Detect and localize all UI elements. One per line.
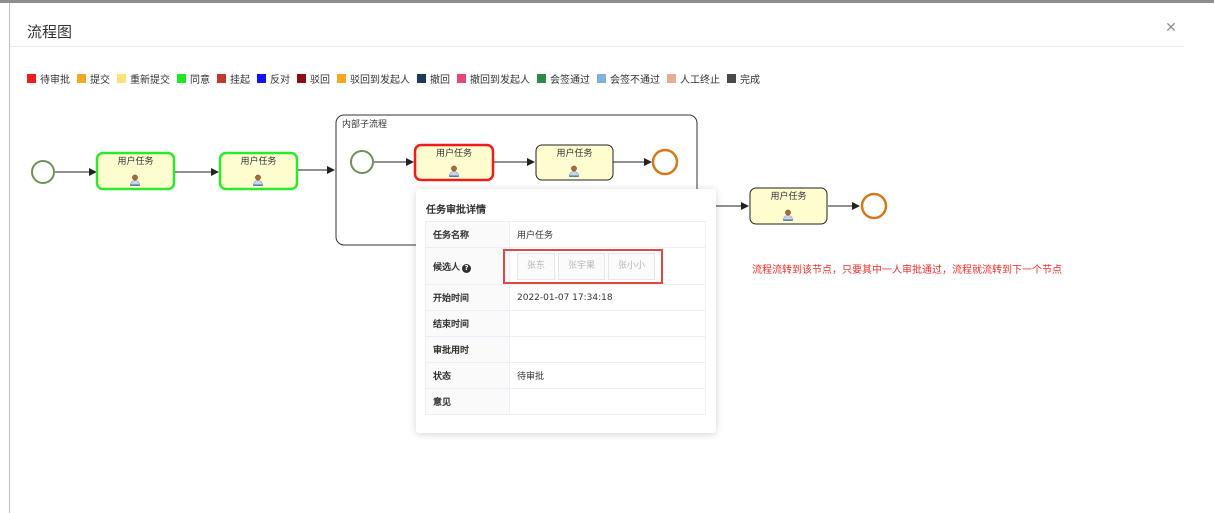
user-task-node-pending[interactable]: 用户任务 xyxy=(413,143,495,182)
status-value: 待审批 xyxy=(509,362,706,389)
task-name-label: 任务名称 xyxy=(425,221,510,248)
opinion-value xyxy=(509,388,706,415)
status-label: 状态 xyxy=(425,362,510,389)
annotation-text: 流程流转到该节点，只要其中一人审批通过，流程就流转到下一个节点 xyxy=(752,265,1062,276)
end-time-label: 结束时间 xyxy=(425,310,510,337)
candidates-label: 候选人 xyxy=(433,262,461,273)
candidates-label-cell: 候选人? xyxy=(425,247,510,285)
main-end-event[interactable] xyxy=(860,192,888,220)
subprocess-label: 内部子流程 xyxy=(342,118,387,130)
task-label: 用户任务 xyxy=(436,147,472,159)
candidate-tag[interactable]: 张宇果 xyxy=(558,252,606,280)
task-detail-popup: 任务审批详情 任务名称 用户任务 候选人? 张东 张宇果 张小小 开始时间 20… xyxy=(416,189,716,433)
duration-value xyxy=(509,336,706,363)
user-task-node[interactable]: 用户任务 xyxy=(95,151,176,191)
duration-label: 审批用时 xyxy=(425,336,510,363)
start-time-label: 开始时间 xyxy=(425,284,510,311)
candidates-value-cell: 张东 张宇果 张小小 xyxy=(509,247,706,285)
task-detail-table: 任务名称 用户任务 候选人? 张东 张宇果 张小小 开始时间 2022-01-0… xyxy=(425,221,706,415)
start-time-value: 2022-01-07 17:34:18 xyxy=(509,284,706,311)
task-label: 用户任务 xyxy=(240,155,276,167)
table-row: 结束时间 xyxy=(425,310,706,337)
table-row: 审批用时 xyxy=(425,336,706,363)
table-row: 意见 xyxy=(425,388,706,415)
table-row: 候选人? 张东 张宇果 张小小 xyxy=(425,247,706,285)
task-label: 用户任务 xyxy=(770,190,806,202)
candidate-tag[interactable]: 张东 xyxy=(517,252,556,280)
task-name-value: 用户任务 xyxy=(509,221,706,248)
popup-title: 任务审批详情 xyxy=(426,205,486,216)
candidate-tag[interactable]: 张小小 xyxy=(608,252,656,280)
candidate-list: 张东 张宇果 张小小 xyxy=(517,252,656,280)
table-row: 任务名称 用户任务 xyxy=(425,221,706,248)
end-time-value xyxy=(509,310,706,337)
help-icon[interactable]: ? xyxy=(462,263,472,273)
task-label: 用户任务 xyxy=(556,147,592,159)
user-task-node[interactable]: 用户任务 xyxy=(749,187,828,225)
subprocess-start-event[interactable] xyxy=(350,150,374,174)
user-task-node[interactable]: 用户任务 xyxy=(535,144,614,181)
table-row: 状态 待审批 xyxy=(425,362,706,389)
main-start-event[interactable] xyxy=(31,160,55,184)
subprocess-end-event[interactable] xyxy=(651,148,679,176)
user-task-node[interactable]: 用户任务 xyxy=(218,151,299,191)
task-label: 用户任务 xyxy=(117,155,153,167)
table-row: 开始时间 2022-01-07 17:34:18 xyxy=(425,284,706,311)
opinion-label: 意见 xyxy=(425,388,510,415)
